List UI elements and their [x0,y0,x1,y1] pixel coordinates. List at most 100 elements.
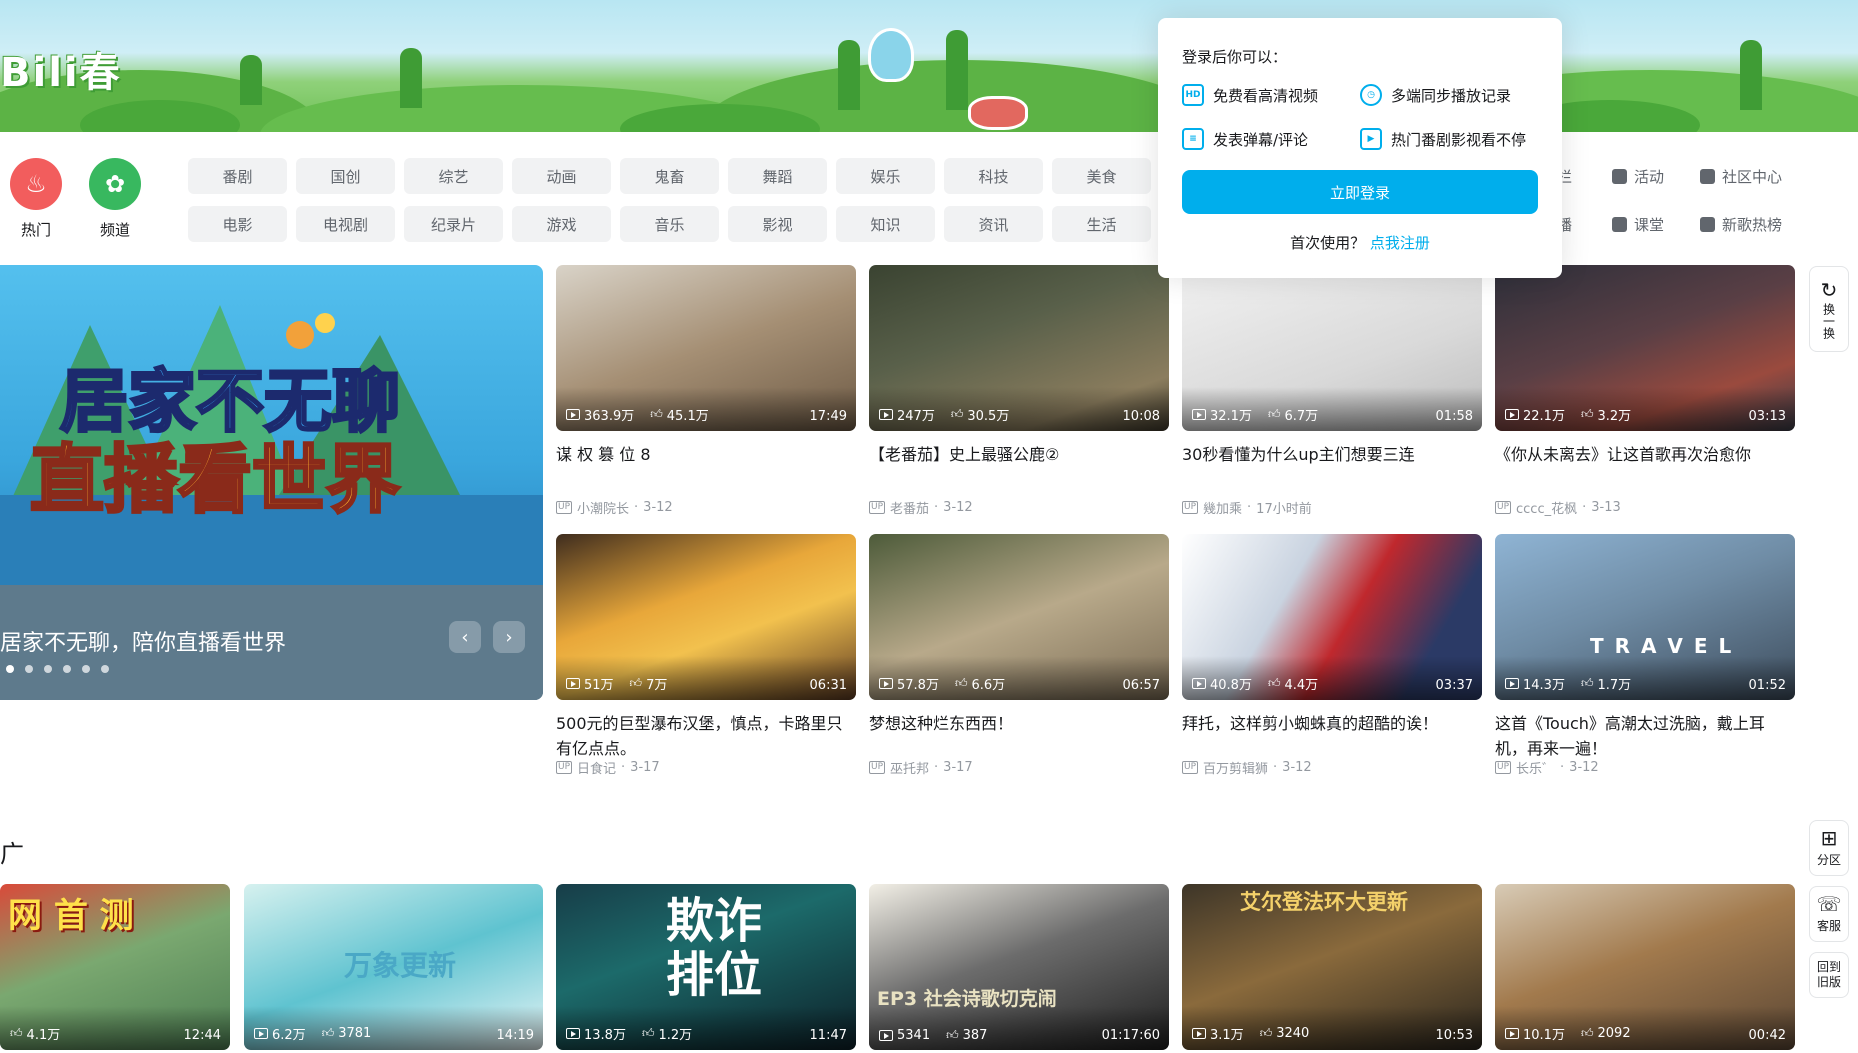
up-icon: UP [1495,501,1512,514]
video-card[interactable]: 22.1万 👍︎ 3.2万 03:13 《你从未离去》让这首歌再次治愈你 UP cc… [1495,265,1795,517]
video-card[interactable]: 40.8万 👍︎ 4.4万 03:37 拜托，这样剪小蜘蛛真的超酷的诶！ UP 百万… [1182,534,1482,777]
video-card[interactable]: 万象更新 6.2万 👍︎ 3781 14:19 [244,884,543,1050]
category-item[interactable]: 影视 [728,206,827,242]
video-card[interactable]: 363.9万 👍︎ 45.1万 17:49 谋 权 篡 位 8 UP 小潮院长 · 3-… [556,265,856,517]
video-card[interactable]: 247万 👍︎ 30.5万 10:08 【老番茄】史上最骚公鹿② UP 老番茄 · 3-… [869,265,1169,517]
video-title[interactable]: 【老番茄】史上最骚公鹿② [869,442,1169,492]
nav-channel[interactable]: ✿ 频道 [89,158,141,240]
link-community[interactable]: 社区中心 [1700,158,1810,194]
nav-hot-label: 热门 [20,221,51,239]
category-item[interactable]: 鬼畜 [620,158,719,194]
video-title[interactable]: 30秒看懂为什么up主们想要三连 [1182,442,1482,492]
play-count: 4.1万 [26,1028,61,1043]
video-thumbnail[interactable]: EP3 社会诗歌切克闹 5341 👍︎ 387 01:17:60 [869,884,1169,1050]
category-item[interactable]: 资讯 [944,206,1043,242]
category-item[interactable]: 舞蹈 [728,158,827,194]
video-card[interactable]: 51万 👍︎ 7万 06:31 500元的巨型瀑布汉堡，慎点，卡路里只有亿点点。 … [556,534,856,777]
site-logo[interactable]: Bili春 [0,40,122,98]
video-thumbnail[interactable]: 艾尔登法环大更新 3.1万 👍︎ 3240 10:53 [1182,884,1482,1050]
customer-service-button[interactable]: ☏ 客服 [1809,886,1849,942]
carousel-prev-button[interactable]: ‹ [449,621,481,653]
category-item[interactable]: 美食 [1052,158,1151,194]
video-thumbnail[interactable]: T R A V E L 14.3万 👍︎ 1.7万 01:52 [1495,534,1795,700]
category-item[interactable]: 纪录片 [404,206,503,242]
video-thumbnail[interactable]: 40.8万 👍︎ 4.4万 03:37 [1182,534,1482,700]
video-owner[interactable]: UP 百万剪辑狮 · 3-12 [1182,758,1482,777]
video-card[interactable]: 欺诈排位 13.8万 👍︎ 1.2万 11:47 [556,884,856,1050]
video-thumbnail[interactable]: 57.8万 👍︎ 6.6万 06:57 [869,534,1169,700]
video-title[interactable]: 谋 权 篡 位 8 [556,442,856,492]
carousel-next-button[interactable]: › [493,621,525,653]
category-item[interactable]: 电影 [188,206,287,242]
video-card[interactable]: T R A V E L 14.3万 👍︎ 1.7万 01:52 这首《Touch》… [1495,534,1795,777]
category-item[interactable]: 番剧 [188,158,287,194]
category-item[interactable]: 游戏 [512,206,611,242]
video-thumbnail[interactable]: 万象更新 6.2万 👍︎ 3781 14:19 [244,884,543,1050]
video-thumbnail[interactable]: 欺诈排位 13.8万 👍︎ 1.2万 11:47 [556,884,856,1050]
category-item[interactable]: 娱乐 [836,158,935,194]
nav-hot[interactable]: ♨ 热门 [10,158,62,240]
category-item[interactable]: 知识 [836,206,935,242]
old-version-button[interactable]: 回到旧版 [1809,952,1849,998]
carousel-dot[interactable] [6,665,14,673]
video-duration: 10:08 [1122,409,1160,424]
video-owner[interactable]: UP 小潮院长 · 3-12 [556,498,856,517]
video-owner[interactable]: UP 老番茄 · 3-12 [869,498,1169,517]
promo-carousel[interactable]: 居家不无聊 直播看世界 居家不无聊，陪你直播看世界 ‹ › [0,265,543,700]
play-count-icon [1192,1028,1206,1039]
publish-date: 3-12 [643,500,673,515]
register-link[interactable]: 点我注册 [1370,234,1430,252]
carousel-dot[interactable] [25,665,33,673]
like-icon: 👍︎ [1580,1026,1594,1040]
video-owner[interactable]: UP 日食记 · 3-17 [556,758,856,777]
category-item[interactable]: 动画 [512,158,611,194]
link-music-chart[interactable]: 新歌热榜 [1700,206,1810,242]
video-title[interactable]: 这首《Touch》高潮太过洗脑，戴上耳机，再来一遍！ [1495,711,1795,761]
video-title[interactable]: 拜托，这样剪小蜘蛛真的超酷的诶！ [1182,711,1482,761]
category-item[interactable]: 科技 [944,158,1043,194]
refresh-button[interactable]: ↻ 换一换 [1809,266,1849,352]
video-title[interactable]: 梦想这种烂东西西！ [869,711,1169,761]
category-item[interactable]: 国创 [296,158,395,194]
video-owner[interactable]: UP 巫托邦 · 3-17 [869,758,1169,777]
category-item[interactable]: 生活 [1052,206,1151,242]
section-nav-button[interactable]: ⊞ 分区 [1809,820,1849,876]
carousel-dot[interactable] [44,665,52,673]
video-card[interactable]: EP3 社会诗歌切克闹 5341 👍︎ 387 01:17:60 [869,884,1169,1050]
publish-date: 3-17 [943,760,973,775]
video-title[interactable]: 500元的巨型瀑布汉堡，慎点，卡路里只有亿点点。 [556,711,856,761]
author-name: 小潮院长 [577,502,630,517]
video-title[interactable]: 《你从未离去》让这首歌再次治愈你 [1495,442,1795,492]
video-card[interactable]: 57.8万 👍︎ 6.6万 06:57 梦想这种烂东西西！ UP 巫托邦 · 3-17 [869,534,1169,777]
video-card[interactable]: 艾尔登法环大更新 3.1万 👍︎ 3240 10:53 [1182,884,1482,1050]
up-icon: UP [556,501,573,514]
video-thumbnail[interactable]: 247万 👍︎ 30.5万 10:08 [869,265,1169,431]
carousel-dot[interactable] [82,665,90,673]
carousel-dot[interactable] [63,665,71,673]
like-count: 6.7万 [1284,409,1319,424]
category-item[interactable]: 音乐 [620,206,719,242]
video-owner[interactable]: UP 幾加乘 · 17小时前 [1182,498,1482,517]
video-thumbnail[interactable]: 22.1万 👍︎ 3.2万 03:13 [1495,265,1795,431]
video-card[interactable]: 32.1万 👍︎ 6.7万 01:58 30秒看懂为什么up主们想要三连 UP 幾加… [1182,265,1482,517]
video-thumbnail[interactable]: 363.9万 👍︎ 45.1万 17:49 [556,265,856,431]
video-card[interactable]: 10.1万 👍︎ 2092 00:42 [1495,884,1795,1050]
category-item[interactable]: 电视剧 [296,206,395,242]
carousel-dot[interactable] [101,665,109,673]
video-thumbnail[interactable]: 51万 👍︎ 7万 06:31 [556,534,856,700]
link-course[interactable]: 课堂 [1612,206,1700,242]
video-owner[interactable]: UP 长乐゛ · 3-12 [1495,758,1795,777]
carousel-art-title-2: 直播看世界 [30,437,400,523]
carousel-caption[interactable]: 居家不无聊，陪你直播看世界 [0,625,286,657]
video-thumbnail[interactable]: 10.1万 👍︎ 2092 00:42 [1495,884,1795,1050]
category-item[interactable]: 综艺 [404,158,503,194]
like-icon: 👍︎ [10,1026,23,1040]
login-button[interactable]: 立即登录 [1182,170,1538,214]
video-card[interactable]: 网 首 测 👍︎ 4.1万 12:44 [0,884,230,1050]
play-count-icon [1192,409,1206,420]
video-owner[interactable]: UP cccc_花枫 · 3-13 [1495,498,1795,517]
video-thumbnail[interactable]: 32.1万 👍︎ 6.7万 01:58 [1182,265,1482,431]
like-icon: 👍︎ [641,1026,655,1040]
link-activity[interactable]: 活动 [1612,158,1700,194]
video-thumbnail[interactable]: 网 首 测 👍︎ 4.1万 12:44 [0,884,230,1050]
